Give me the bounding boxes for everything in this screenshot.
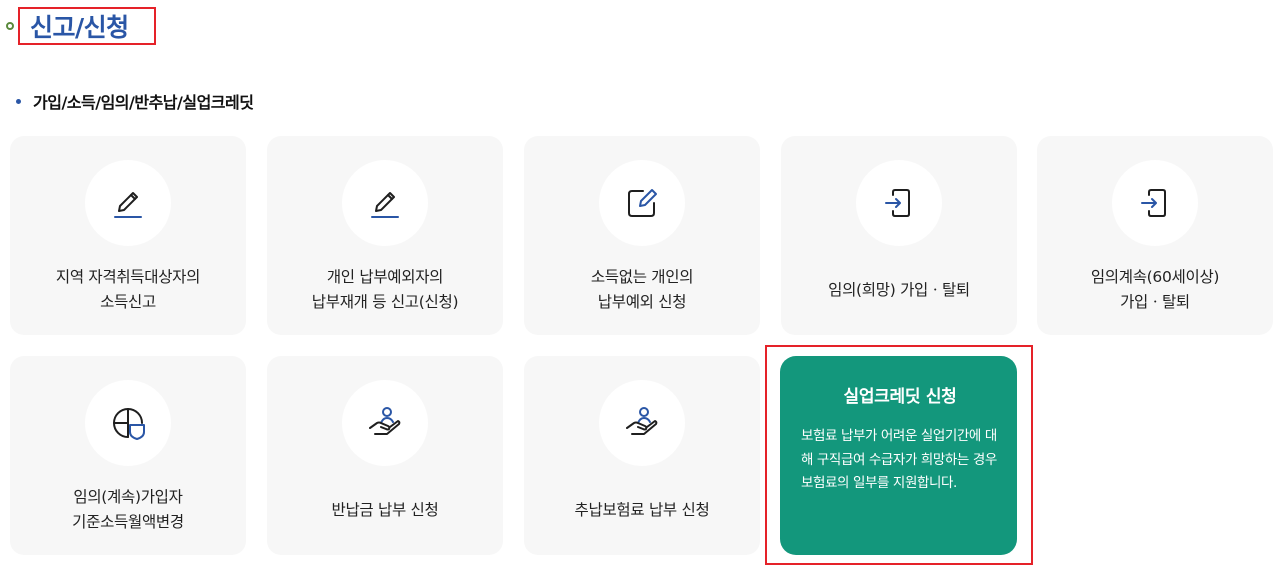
section-subtitle: 가입/소득/임의/반추납/실업크레딧 bbox=[33, 93, 254, 112]
globe-shield-icon bbox=[108, 403, 148, 443]
card-icon-circle bbox=[85, 160, 171, 246]
card-icon-circle bbox=[599, 380, 685, 466]
card-payment-exception-request[interactable]: 소득없는 개인의 납부예외 신청 bbox=[524, 136, 760, 335]
sign-in-icon bbox=[881, 185, 917, 221]
card-label: 반납금 납부 신청 bbox=[331, 500, 439, 519]
hand-person-icon bbox=[622, 403, 662, 443]
card-label: 개인 납부예외자의 납부재개 등 신고(신청) bbox=[311, 268, 459, 311]
card-icon-circle bbox=[342, 380, 428, 466]
card-income-change[interactable]: 임의(계속)가입자 기준소득월액변경 bbox=[10, 356, 246, 555]
card-icon-circle bbox=[1112, 160, 1198, 246]
section-subheader: 가입/소득/임의/반추납/실업크레딧 bbox=[16, 89, 254, 113]
edit-square-icon bbox=[623, 184, 661, 222]
pencil-icon bbox=[110, 185, 146, 221]
card-icon-circle bbox=[599, 160, 685, 246]
card-label: 소득없는 개인의 납부예외 신청 bbox=[590, 268, 694, 311]
card-label: 임의(계속)가입자 기준소득월액변경 bbox=[72, 488, 184, 531]
card-additional-premium-payment[interactable]: 추납보험료 납부 신청 bbox=[524, 356, 760, 555]
bullet-dot-icon bbox=[16, 98, 21, 104]
card-refund-payment[interactable]: 반납금 납부 신청 bbox=[267, 356, 503, 555]
card-label: 지역 자격취득대상자의 소득신고 bbox=[55, 268, 201, 311]
hand-person-icon bbox=[365, 403, 405, 443]
pencil-icon bbox=[367, 185, 403, 221]
card-continued-voluntary-join-leave[interactable]: 임의계속(60세이상) 가입ㆍ탈퇴 bbox=[1037, 136, 1273, 335]
section-title: 신고/신청 bbox=[30, 13, 129, 42]
card-label: 임의계속(60세이상) 가입ㆍ탈퇴 bbox=[1090, 268, 1220, 311]
card-icon-circle bbox=[342, 160, 428, 246]
credit-card-description: 보험료 납부가 어려운 실업기간에 대해 구직급여 수급자가 희망하는 경우 보… bbox=[801, 428, 997, 491]
card-regional-income-report[interactable]: 지역 자격취득대상자의 소득신고 bbox=[10, 136, 246, 335]
card-voluntary-join-leave[interactable]: 임의(희망) 가입ㆍ탈퇴 bbox=[781, 136, 1017, 335]
bullet-ring-icon bbox=[6, 22, 14, 30]
card-icon-circle bbox=[856, 160, 942, 246]
credit-card-title: 실업크레딧 신청 bbox=[843, 387, 957, 407]
card-resume-payment-report[interactable]: 개인 납부예외자의 납부재개 등 신고(신청) bbox=[267, 136, 503, 335]
sign-in-icon bbox=[1137, 185, 1173, 221]
section-header: 신고/신청 bbox=[6, 6, 156, 46]
section-title-highlight: 신고/신청 bbox=[18, 7, 156, 45]
card-icon-circle bbox=[85, 380, 171, 466]
card-label: 추납보험료 납부 신청 bbox=[574, 500, 710, 519]
card-unemployment-credit[interactable]: 실업크레딧 신청 보험료 납부가 어려운 실업기간에 대해 구직급여 수급자가 … bbox=[780, 356, 1017, 555]
card-label: 임의(희망) 가입ㆍ탈퇴 bbox=[828, 280, 970, 299]
